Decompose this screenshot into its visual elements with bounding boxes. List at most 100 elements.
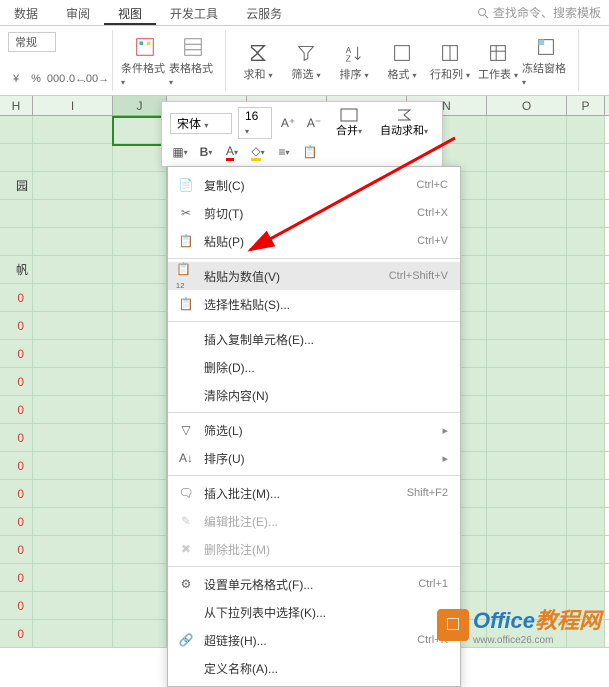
sum-button[interactable]: 求和 ▾: [234, 32, 282, 92]
font-color-icon[interactable]: A▾: [222, 142, 242, 162]
cell[interactable]: [113, 200, 167, 227]
cell[interactable]: [487, 200, 567, 227]
cell[interactable]: [33, 620, 113, 647]
thousand-icon[interactable]: 000: [48, 71, 64, 87]
cell[interactable]: [487, 256, 567, 283]
cell[interactable]: [33, 368, 113, 395]
cell[interactable]: [487, 228, 567, 255]
rowcol-button[interactable]: 行和列 ▾: [426, 32, 474, 92]
sort-button[interactable]: AZ排序 ▾: [330, 32, 378, 92]
dec-dec-icon[interactable]: .00→: [88, 71, 104, 87]
cell[interactable]: [113, 536, 167, 563]
cell[interactable]: [567, 312, 605, 339]
cell[interactable]: [487, 144, 567, 171]
cell[interactable]: [33, 592, 113, 619]
size-select[interactable]: 16 ▾: [238, 107, 272, 139]
cell[interactable]: [33, 228, 113, 255]
menu-cut[interactable]: ✂剪切(T)Ctrl+X: [168, 199, 460, 227]
cell[interactable]: [567, 116, 605, 143]
cell[interactable]: [567, 144, 605, 171]
cell[interactable]: [567, 256, 605, 283]
cell[interactable]: [33, 564, 113, 591]
cond-format-button[interactable]: 条件格式 ▾: [121, 32, 169, 92]
cell[interactable]: [113, 396, 167, 423]
menu-fmt[interactable]: ⚙设置单元格格式(F)...Ctrl+1: [168, 570, 460, 598]
cell[interactable]: [487, 368, 567, 395]
cell[interactable]: [113, 340, 167, 367]
cell[interactable]: [113, 172, 167, 199]
menu-item[interactable]: 插入复制单元格(E)...: [168, 325, 460, 353]
dec-inc-icon[interactable]: .0←: [68, 71, 84, 87]
font-select[interactable]: 宋体 ▾: [170, 113, 232, 134]
menu-item[interactable]: 定义名称(A)...: [168, 654, 460, 682]
cell[interactable]: [33, 256, 113, 283]
cell[interactable]: [487, 536, 567, 563]
cell[interactable]: [113, 228, 167, 255]
cell[interactable]: [487, 396, 567, 423]
tab-view[interactable]: 视图: [104, 0, 156, 25]
autosum-button[interactable]: 自动求和▾: [374, 106, 434, 140]
border-icon[interactable]: ▦▾: [170, 142, 190, 162]
cell[interactable]: [487, 172, 567, 199]
cell[interactable]: [113, 508, 167, 535]
cell[interactable]: [487, 480, 567, 507]
cell[interactable]: [33, 508, 113, 535]
cell[interactable]: [0, 116, 33, 143]
percent-icon[interactable]: %: [28, 71, 44, 87]
cell[interactable]: [113, 368, 167, 395]
cell[interactable]: [567, 536, 605, 563]
align-icon[interactable]: ≡▾: [274, 142, 294, 162]
cell[interactable]: [113, 312, 167, 339]
search-box[interactable]: 查找命令、搜索模板: [477, 0, 609, 25]
cell[interactable]: 0: [0, 368, 33, 395]
cell[interactable]: [113, 256, 167, 283]
tab-review[interactable]: 审阅: [52, 0, 104, 25]
fill-color-icon[interactable]: ◇▾: [248, 142, 268, 162]
cell[interactable]: [567, 284, 605, 311]
menu-comment[interactable]: 🗨插入批注(M)...Shift+F2: [168, 479, 460, 507]
col-header-O[interactable]: O: [487, 96, 567, 115]
format-button[interactable]: 格式 ▾: [378, 32, 426, 92]
cell[interactable]: [567, 200, 605, 227]
cell[interactable]: [487, 340, 567, 367]
cell[interactable]: [567, 228, 605, 255]
menu-copy[interactable]: 📄复制(C)Ctrl+C: [168, 171, 460, 199]
cell[interactable]: [33, 172, 113, 199]
cell[interactable]: [33, 200, 113, 227]
cell[interactable]: [33, 396, 113, 423]
cell[interactable]: [33, 452, 113, 479]
cell[interactable]: [487, 116, 567, 143]
cell[interactable]: [487, 452, 567, 479]
cell[interactable]: [487, 424, 567, 451]
merge-button[interactable]: 合并▾: [330, 106, 368, 140]
menu-paste[interactable]: 📋粘贴(P)Ctrl+V: [168, 227, 460, 255]
cell[interactable]: [33, 284, 113, 311]
filter-button[interactable]: 筛选 ▾: [282, 32, 330, 92]
menu-sort[interactable]: A↓排序(U)▸: [168, 444, 460, 472]
cell[interactable]: 园: [0, 172, 33, 199]
cell[interactable]: [113, 284, 167, 311]
number-format-select[interactable]: 常规: [8, 32, 56, 52]
cell[interactable]: 0: [0, 620, 33, 647]
col-header-P[interactable]: P: [567, 96, 605, 115]
cell[interactable]: [487, 564, 567, 591]
cell[interactable]: 0: [0, 396, 33, 423]
cell[interactable]: 0: [0, 340, 33, 367]
menu-filter[interactable]: ▽筛选(L)▸: [168, 416, 460, 444]
cell[interactable]: [567, 480, 605, 507]
cell[interactable]: [567, 508, 605, 535]
cell[interactable]: [567, 368, 605, 395]
cell[interactable]: 0: [0, 480, 33, 507]
cell[interactable]: [487, 312, 567, 339]
cell[interactable]: 0: [0, 312, 33, 339]
cell[interactable]: [0, 200, 33, 227]
cell[interactable]: 0: [0, 564, 33, 591]
cell[interactable]: [567, 396, 605, 423]
currency-icon[interactable]: ¥: [8, 71, 24, 87]
cell[interactable]: [487, 284, 567, 311]
cell[interactable]: [113, 620, 167, 647]
cell[interactable]: [567, 172, 605, 199]
cell[interactable]: [487, 508, 567, 535]
cell[interactable]: [113, 424, 167, 451]
worksheet-button[interactable]: 工作表 ▾: [474, 32, 522, 92]
